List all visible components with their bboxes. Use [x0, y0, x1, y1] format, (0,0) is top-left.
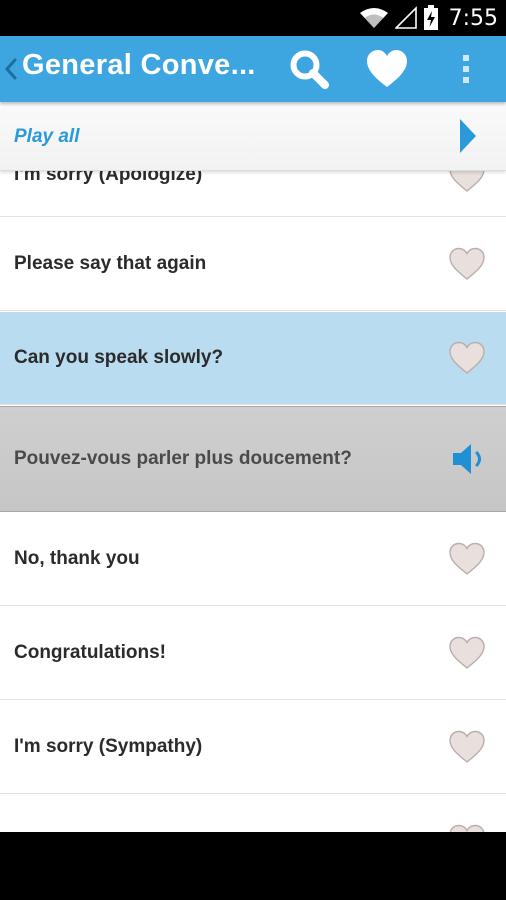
phrase-row-selected[interactable]: Can you speak slowly? [0, 312, 506, 405]
chevron-left-icon [4, 58, 17, 80]
overflow-menu-button[interactable] [441, 44, 491, 94]
translation-row[interactable]: Pouvez-vous parler plus doucement? [0, 406, 506, 512]
signal-icon [394, 6, 417, 29]
phrasebook-screen: 7:55 General Conve... Play all I'm sorry… [0, 0, 506, 900]
phrase-text: I'm sorry (Sympathy) [14, 736, 203, 757]
action-bar: General Conve... [0, 36, 506, 102]
status-time: 7:55 [448, 5, 498, 31]
heart-icon[interactable] [448, 247, 486, 281]
play-all-label[interactable]: Play all [14, 126, 80, 148]
phrase-row[interactable] [0, 795, 506, 832]
back-button[interactable] [4, 54, 18, 84]
translation-text: Pouvez-vous parler plus doucement? [14, 448, 352, 469]
phrase-text: Please say that again [14, 253, 207, 274]
phrase-text: No, thank you [14, 548, 140, 569]
phrase-list: I'm sorry (Apologize) Please say that ag… [0, 124, 506, 832]
status-icons: 7:55 [359, 0, 498, 36]
favorites-button[interactable] [362, 44, 412, 94]
screen-title[interactable]: General Conve... [22, 49, 258, 82]
search-button[interactable] [284, 44, 334, 94]
navigation-bar-area [0, 832, 506, 900]
phrase-text: Can you speak slowly? [14, 347, 224, 368]
phrase-text: Congratulations! [14, 642, 166, 663]
play-icon[interactable] [456, 116, 480, 156]
phrase-row[interactable]: I'm sorry (Sympathy) [0, 701, 506, 794]
heart-icon[interactable] [448, 730, 486, 764]
battery-charging-icon [423, 5, 438, 30]
play-all-bar[interactable]: Play all [0, 102, 506, 171]
heart-icon[interactable] [448, 824, 486, 832]
speaker-icon[interactable] [450, 440, 488, 478]
heart-icon [367, 50, 407, 87]
wifi-icon [359, 8, 388, 28]
heart-icon[interactable] [448, 341, 486, 375]
phrase-row[interactable]: Please say that again [0, 218, 506, 311]
heart-icon[interactable] [448, 636, 486, 670]
overflow-menu-icon [463, 55, 469, 83]
phrase-row[interactable]: No, thank you [0, 513, 506, 606]
phrase-row[interactable]: Congratulations! [0, 607, 506, 700]
heart-icon[interactable] [448, 542, 486, 576]
search-icon [290, 50, 329, 89]
status-bar: 7:55 [0, 0, 506, 36]
